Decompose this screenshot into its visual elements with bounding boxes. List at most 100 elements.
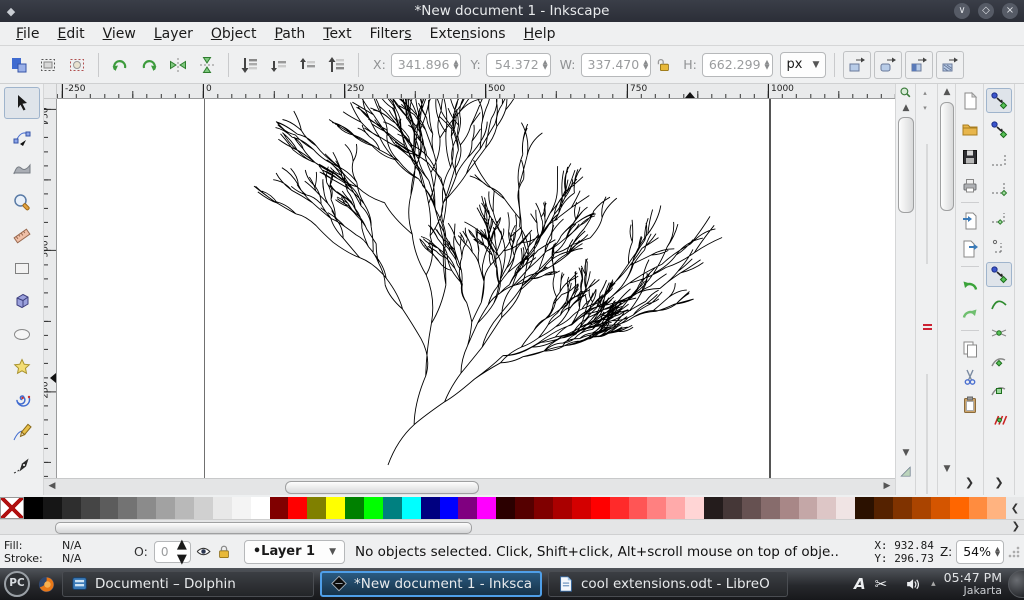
keyboard-layout-icon[interactable]: A <box>854 575 866 593</box>
color-swatch[interactable] <box>383 497 402 519</box>
color-swatch[interactable] <box>118 497 137 519</box>
color-swatch[interactable] <box>515 497 534 519</box>
flip-vertical-button[interactable] <box>194 52 220 78</box>
snap-path-toggle[interactable] <box>986 291 1012 316</box>
no-color-swatch[interactable] <box>0 497 24 519</box>
color-swatch[interactable] <box>572 497 591 519</box>
color-swatch[interactable] <box>364 497 383 519</box>
fill-value[interactable]: N/A <box>62 539 122 552</box>
snap-intersection-toggle[interactable] <box>986 320 1012 345</box>
palette-scrollbar[interactable]: ❯ <box>0 519 1024 535</box>
scroll-right-arrow[interactable]: ▶ <box>880 479 894 493</box>
copy-button[interactable] <box>957 336 983 361</box>
menu-filters[interactable]: Filters <box>362 24 420 44</box>
horizontal-scrollbar[interactable]: ◀ ▶ <box>44 478 895 495</box>
sticky-zoom-icon[interactable] <box>899 465 913 479</box>
move-gradients-toggle[interactable] <box>905 51 933 79</box>
color-swatch[interactable] <box>496 497 515 519</box>
new-document-button[interactable] <box>957 88 983 113</box>
star-tool[interactable] <box>4 351 40 383</box>
dock-scroll-thumb[interactable] <box>940 102 954 211</box>
firefox-icon[interactable] <box>37 575 56 594</box>
selector-tool[interactable] <box>4 87 40 119</box>
color-swatch[interactable] <box>213 497 232 519</box>
color-swatch[interactable] <box>288 497 307 519</box>
dock-scroll-down-arrow[interactable]: ▼ <box>940 462 954 476</box>
dock-scroll-up-arrow[interactable]: ▲ <box>940 85 954 99</box>
snap-others-toggle[interactable] <box>986 407 1012 432</box>
rectangle-tool[interactable] <box>4 252 40 284</box>
resize-grip[interactable] <box>1008 546 1020 558</box>
vertical-scroll-thumb[interactable] <box>898 117 914 213</box>
snap-bbox-center-toggle[interactable] <box>986 233 1012 258</box>
menu-view[interactable]: View <box>95 24 144 44</box>
stroke-value[interactable]: N/A <box>62 552 122 565</box>
tweak-tool[interactable] <box>4 153 40 185</box>
raise-to-top-button[interactable] <box>324 52 350 78</box>
layer-lock-icon[interactable] <box>216 544 232 560</box>
color-swatch[interactable] <box>62 497 81 519</box>
palette-scroll-right-icon[interactable]: ❯ <box>1012 521 1020 532</box>
open-button[interactable] <box>957 116 983 141</box>
color-swatch[interactable] <box>307 497 326 519</box>
save-button[interactable] <box>957 144 983 169</box>
dock-scrollbar[interactable]: ▲ ▼ <box>937 84 955 495</box>
zoom-spinner[interactable]: 54% ▲▼ <box>956 540 1004 564</box>
color-swatch[interactable] <box>251 497 270 519</box>
color-swatch[interactable] <box>761 497 780 519</box>
color-swatch[interactable] <box>723 497 742 519</box>
move-patterns-toggle[interactable] <box>936 51 964 79</box>
scale-corners-toggle[interactable] <box>874 51 902 79</box>
color-swatch[interactable] <box>969 497 988 519</box>
color-swatch[interactable] <box>836 497 855 519</box>
commandsbar-expander[interactable]: ❯ <box>965 476 974 489</box>
color-swatch[interactable] <box>534 497 553 519</box>
opacity-spinner[interactable]: 0 ▲▼ <box>154 541 191 563</box>
zoom-drawing-icon[interactable] <box>898 85 914 101</box>
color-swatch[interactable] <box>855 497 874 519</box>
color-swatch[interactable] <box>685 497 704 519</box>
layer-visibility-icon[interactable] <box>195 543 212 560</box>
color-swatch[interactable] <box>326 497 345 519</box>
menu-file[interactable]: File <box>8 24 47 44</box>
color-swatch[interactable] <box>742 497 761 519</box>
measure-tool[interactable] <box>4 219 40 251</box>
menu-path[interactable]: Path <box>266 24 313 44</box>
spiral-tool[interactable] <box>4 384 40 416</box>
canvas[interactable] <box>57 99 895 478</box>
tree-drawing[interactable] <box>57 99 895 478</box>
node-tool[interactable] <box>4 120 40 152</box>
menu-text[interactable]: Text <box>315 24 359 44</box>
task-button[interactable]: Documenti – Dolphin <box>62 571 314 597</box>
snap-bbox-corner-toggle[interactable] <box>986 175 1012 200</box>
undo-button[interactable] <box>957 272 983 297</box>
color-swatch[interactable] <box>553 497 572 519</box>
rotate-ccw-button[interactable] <box>107 52 133 78</box>
select-all-layers-button[interactable] <box>35 52 61 78</box>
lower-to-bottom-button[interactable] <box>237 52 263 78</box>
x-coordinate-spinner[interactable]: 341.896▲▼ <box>391 53 462 77</box>
color-swatch[interactable] <box>232 497 251 519</box>
menu-layer[interactable]: Layer <box>146 24 201 44</box>
color-swatch[interactable] <box>477 497 496 519</box>
color-swatch[interactable] <box>156 497 175 519</box>
cut-button[interactable] <box>957 364 983 389</box>
color-swatch[interactable] <box>817 497 836 519</box>
scroll-down-arrow[interactable]: ▼ <box>899 446 913 460</box>
import-button[interactable] <box>957 208 983 233</box>
snap-enable-toggle[interactable] <box>986 88 1012 113</box>
deselect-button[interactable] <box>64 52 90 78</box>
color-swatch[interactable] <box>912 497 931 519</box>
color-swatch[interactable] <box>24 497 43 519</box>
scroll-left-arrow[interactable]: ◀ <box>45 479 59 493</box>
color-swatch[interactable] <box>647 497 666 519</box>
color-swatch[interactable] <box>780 497 799 519</box>
color-swatch[interactable] <box>629 497 648 519</box>
color-swatch[interactable] <box>950 497 969 519</box>
y-coordinate-spinner[interactable]: 54.372▲▼ <box>486 53 551 77</box>
color-swatch[interactable] <box>666 497 685 519</box>
color-swatch[interactable] <box>704 497 723 519</box>
lower-button[interactable] <box>266 52 292 78</box>
menu-edit[interactable]: Edit <box>49 24 92 44</box>
task-active[interactable]: *New document 1 - Inkscape <box>320 571 542 597</box>
